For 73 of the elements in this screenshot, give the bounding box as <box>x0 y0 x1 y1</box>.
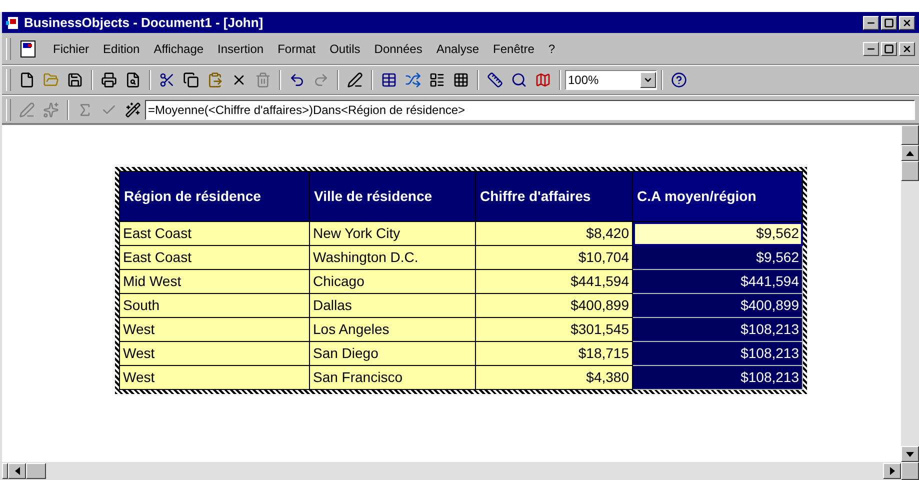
table-cell[interactable]: San Diego <box>310 342 476 366</box>
scroll-down-button[interactable] <box>901 446 919 462</box>
left-arrow-icon <box>14 467 20 475</box>
dropdown-caret-icon <box>643 75 653 85</box>
menu-item[interactable]: Fenêtre <box>493 40 534 58</box>
maximize-button[interactable] <box>881 16 897 30</box>
table-cell[interactable]: $108,213 <box>632 342 802 366</box>
table-cell[interactable]: $108,213 <box>632 366 802 390</box>
close-icon <box>902 18 912 28</box>
table-cell[interactable]: West <box>120 342 310 366</box>
menu-item[interactable]: Données <box>374 40 422 58</box>
window-title: BusinessObjects - Document1 - [John] <box>24 14 264 32</box>
table-cell[interactable]: $400,899 <box>476 294 632 318</box>
close-button[interactable] <box>899 16 915 30</box>
document-icon[interactable] <box>19 40 37 58</box>
column-header[interactable]: Chiffre d'affaires <box>476 172 632 222</box>
close-button[interactable] <box>899 42 915 56</box>
restore-button[interactable] <box>881 42 897 56</box>
minimize-button[interactable] <box>863 16 879 30</box>
up-arrow-icon <box>906 150 914 156</box>
menu-item[interactable]: Edition <box>103 40 140 58</box>
vertical-scrollbar[interactable] <box>901 125 919 480</box>
menu-item[interactable]: Outils <box>330 40 360 58</box>
table-cell[interactable]: West <box>120 366 310 390</box>
table-cell[interactable]: San Francisco <box>310 366 476 390</box>
table-cell[interactable]: $441,594 <box>476 270 632 294</box>
restore-icon <box>884 44 894 54</box>
menu-item[interactable]: Affichage <box>154 40 204 58</box>
table-cell[interactable]: Washington D.C. <box>310 246 476 270</box>
column-header[interactable]: C.A moyen/région <box>632 172 802 222</box>
table-cell[interactable]: East Coast <box>120 246 310 270</box>
table-cell[interactable]: $4,380 <box>476 366 632 390</box>
table-cell[interactable]: Chicago <box>310 270 476 294</box>
split-box[interactable] <box>2 463 8 479</box>
table-cell[interactable]: $441,594 <box>632 270 802 294</box>
scroll-up-button[interactable] <box>901 145 919 161</box>
menu-item[interactable]: Fichier <box>53 40 90 58</box>
down-arrow-icon <box>906 452 914 456</box>
table-cell[interactable]: $108,213 <box>632 318 802 342</box>
table-cell[interactable]: $9,562 <box>632 222 802 246</box>
table-cell[interactable]: Dallas <box>310 294 476 318</box>
scrollbar-corner <box>901 462 919 480</box>
scroll-right-button[interactable] <box>883 463 901 479</box>
zoom-dropdown[interactable]: 100% <box>565 70 657 90</box>
scroll-thumb[interactable] <box>901 161 919 181</box>
column-header[interactable]: Ville de résidence <box>310 172 476 222</box>
right-arrow-icon <box>890 467 894 475</box>
minimize-button[interactable] <box>863 42 879 56</box>
close-icon <box>902 44 912 54</box>
formula-field[interactable]: =Moyenne(<Chiffre d'affaires>)Dans<Région de résidence> <box>145 100 915 120</box>
table-cell[interactable]: $18,715 <box>476 342 632 366</box>
menu-item[interactable]: ? <box>548 40 556 58</box>
menu-item[interactable]: Analyse <box>436 40 480 58</box>
maximize-icon <box>884 18 894 28</box>
menu-item[interactable]: Format <box>278 40 316 58</box>
table-cell[interactable]: $8,420 <box>476 222 632 246</box>
scroll-left-button[interactable] <box>8 463 26 479</box>
column-header[interactable]: Région de résidence <box>120 172 310 222</box>
table-cell[interactable]: New York City <box>310 222 476 246</box>
table-cell[interactable]: South <box>120 294 310 318</box>
split-box[interactable] <box>901 125 919 145</box>
menu-item[interactable]: Insertion <box>218 40 264 58</box>
table-cell[interactable]: $400,899 <box>632 294 802 318</box>
table-cell[interactable]: Mid West <box>120 270 310 294</box>
horizontal-scrollbar[interactable] <box>2 462 901 480</box>
table-cell[interactable]: $10,704 <box>476 246 632 270</box>
scroll-thumb[interactable] <box>26 463 46 479</box>
app-icon <box>6 16 20 30</box>
table-cell[interactable]: $9,562 <box>632 246 802 270</box>
table-cell[interactable]: $301,545 <box>476 318 632 342</box>
table-cell[interactable]: West <box>120 318 310 342</box>
table-cell[interactable]: East Coast <box>120 222 310 246</box>
table-cell[interactable]: Los Angeles <box>310 318 476 342</box>
